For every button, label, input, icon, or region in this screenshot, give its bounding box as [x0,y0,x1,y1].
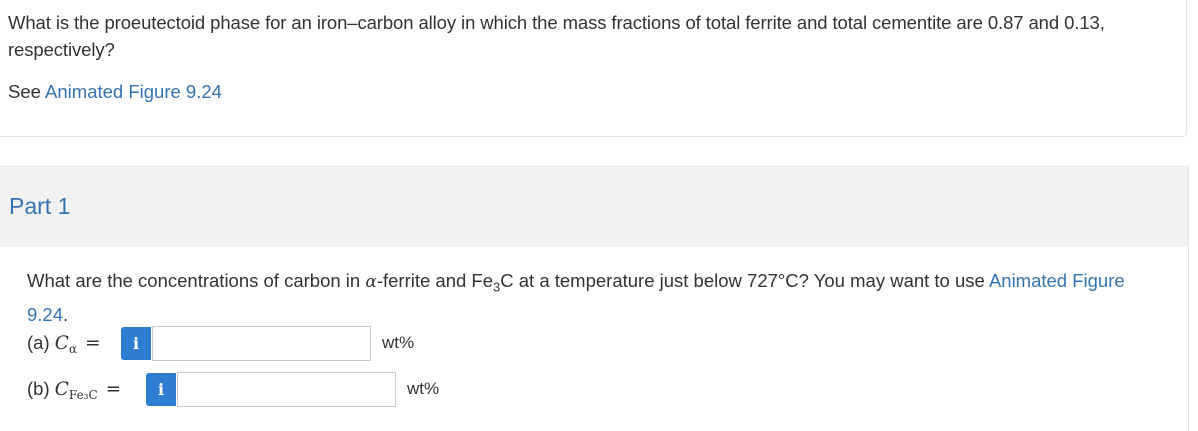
answer-prefix: (b) [27,378,55,399]
variable-subscript: Fe₃C [68,388,98,402]
answer-input-b[interactable] [177,372,396,407]
alpha-symbol: α [365,272,377,292]
part-header: Part 1 [0,166,1189,247]
prompt-middle: -ferrite and Fe [376,270,494,291]
prompt-before-alpha: What are the concentrations of carbon in [27,270,366,291]
equals-sign: = [85,333,101,354]
answer-label-a: (a) Cα = [27,332,101,356]
variable-subscript: α [68,342,78,356]
info-icon[interactable]: i [121,327,151,360]
prompt-after: C at a temperature just below 727°C? You… [500,270,989,291]
variable-c: C [54,379,69,400]
see-figure-line: See Animated Figure 9.24 [8,78,222,105]
unit-label-b: wt% [407,379,440,398]
unit-label-a: wt% [382,333,415,352]
part-title: Part 1 [9,193,71,219]
part-body: What are the concentrations of carbon in… [0,247,1189,431]
prompt-end: . [63,303,69,325]
answer-input-a[interactable] [152,326,371,361]
animated-figure-link[interactable]: Animated Figure 9.24 [45,81,222,102]
see-prefix: See [8,81,41,102]
answer-label-b: (b) CFe₃C = [27,378,121,402]
info-icon[interactable]: i [146,373,176,406]
question-text: What is the proeutectoid phase for an ir… [8,12,1105,60]
variable-c: C [54,333,69,354]
answer-prefix: (a) [27,332,55,353]
equals-sign: = [105,379,122,400]
question-card: What is the proeutectoid phase for an ir… [0,0,1187,137]
part-question: What are the concentrations of carbon in… [27,267,1157,328]
